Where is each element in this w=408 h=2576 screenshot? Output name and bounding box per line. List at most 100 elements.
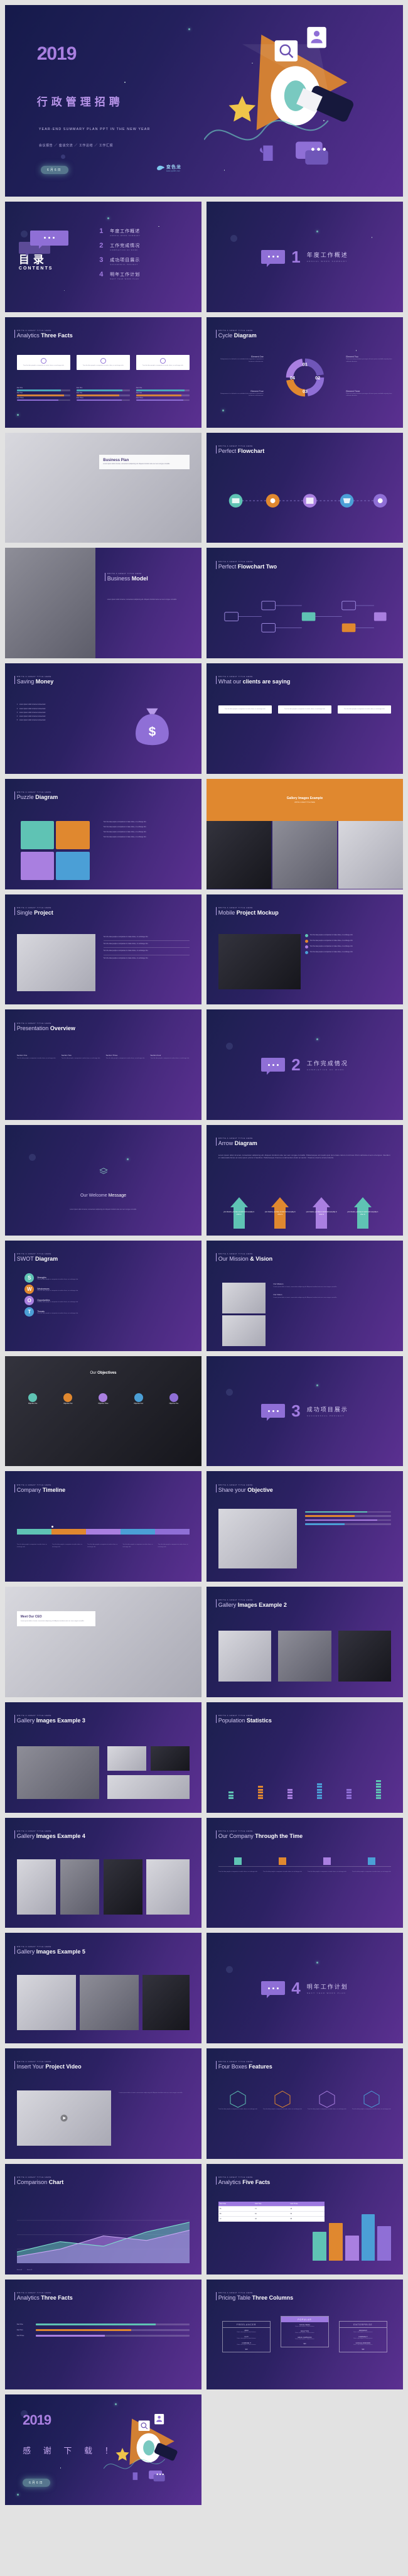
testimonial-card[interactable]: Turn the idea people a companies to make… xyxy=(337,705,392,714)
slide-share-objective[interactable]: WRITE A GREAT TITLE HERE Share your Obje… xyxy=(207,1471,403,1582)
milestone[interactable]: Turn the idea people a companies to make… xyxy=(308,1857,347,1873)
photo-placeholder[interactable] xyxy=(338,1631,392,1682)
slide-cycle-diagram[interactable]: WRITE A GREAT TITLE HERE Cycle Diagram 0… xyxy=(207,317,403,428)
slide-company-timeline[interactable]: WRITE A GREAT TITLE HERE Company Timelin… xyxy=(5,1471,201,1582)
slide-thank-you[interactable]: 2019 感 谢 下 载 ！ 6月6日 xyxy=(5,2394,201,2505)
slide-mobile-mockup[interactable]: WRITE A GREAT TITLE HERE Mobile Project … xyxy=(207,894,403,1005)
slide-flowchart-two[interactable]: WRITE A GREAT TITLE HERE Perfect Flowcha… xyxy=(207,548,403,658)
milestone[interactable]: Turn the idea people a companies to make… xyxy=(352,1857,392,1873)
list-item[interactable]: 1 年度工作概述 ANNUAL WORK SUMMARY xyxy=(99,228,190,237)
photo-placeholder[interactable] xyxy=(16,1859,56,1915)
slide-our-objectives[interactable]: Our Objectives Objective One Objective T… xyxy=(5,1356,201,1467)
photo-placeholder[interactable] xyxy=(218,1509,297,1568)
list-item[interactable]: 3 成功项目展示 SUCCESSFUL PROJECT xyxy=(99,257,190,266)
slide-clients-saying[interactable]: WRITE A GREAT TITLE HERE What our client… xyxy=(207,663,403,774)
puzzle-piece[interactable] xyxy=(21,820,55,850)
slide-gallery-images[interactable]: Gallery Images Example WRITE A GREAT TIT… xyxy=(207,778,403,889)
brand-logo[interactable]: 变色龙 www.ppt20.com xyxy=(156,164,181,172)
hexagon-item[interactable]: Turn the idea people a companies to make… xyxy=(218,2090,258,2111)
slide-analytics-five[interactable]: WRITE A GREAT TITLE HERE Analytics Five … xyxy=(207,2163,403,2274)
slide-population-statistics[interactable]: WRITE A GREAT TITLE HERE Population Stat… xyxy=(207,1702,403,1813)
slide-gallery-four[interactable]: WRITE A GREAT TITLE HERE Gallery Images … xyxy=(5,1817,201,1928)
play-icon[interactable] xyxy=(60,2114,68,2122)
photo-placeholder[interactable] xyxy=(222,1282,266,1313)
objective-item[interactable]: Objective Four xyxy=(122,1393,154,1405)
arrow-item[interactable]: your dreams, you have to work hard every… xyxy=(305,1197,338,1229)
photo-placeholder[interactable] xyxy=(107,1746,147,1771)
slide-analytics-three[interactable]: WRITE A GREAT TITLE HERE Analytics Three… xyxy=(5,2279,201,2390)
testimonial-card[interactable]: Turn the idea people a companies to make… xyxy=(218,705,272,714)
slide-comparison-chart[interactable]: WRITE A GREAT TITLE HERE Comparison Char… xyxy=(5,2163,201,2274)
photo-placeholder[interactable] xyxy=(16,933,95,992)
photo-placeholder[interactable] xyxy=(16,1975,76,2030)
puzzle-piece[interactable] xyxy=(21,851,55,881)
fact-card[interactable]: Turn the idea people a companies to make… xyxy=(76,354,131,370)
photo-placeholder[interactable] xyxy=(218,933,301,989)
slide-welcome-message[interactable]: Our Welcome Message Lorem ipsum dolor si… xyxy=(5,1125,201,1236)
photo-placeholder[interactable] xyxy=(146,1859,190,1915)
list-item[interactable]: 2 工作完成情况 COMPLETION OF WORK xyxy=(99,242,190,252)
list-item[interactable]: 4 明年工作计划 NEXT YEAR WORK PLAN xyxy=(99,271,190,281)
milestone[interactable]: Turn the idea people a companies to make… xyxy=(263,1857,303,1873)
photo-placeholder[interactable] xyxy=(338,820,403,889)
fact-card[interactable]: Turn the idea people a companies to make… xyxy=(136,354,190,370)
photo-placeholder[interactable] xyxy=(107,1774,190,1800)
photo-placeholder[interactable] xyxy=(207,820,272,889)
pricing-column[interactable]: ENTERPRISE ABCDEFGH Enter a description o… xyxy=(338,2321,387,2353)
swot-row[interactable]: W Weaknesses Turn the idea people a compa… xyxy=(24,1285,78,1295)
slide-presentation-overview[interactable]: WRITE A GREAT TITLE HERE Presentation Ov… xyxy=(5,1009,201,1120)
slide-gallery-five[interactable]: WRITE A GREAT TITLE HERE Gallery Images … xyxy=(5,1933,201,2043)
puzzle-piece[interactable] xyxy=(56,820,90,850)
slide-contents[interactable]: 目录 CONTENTS 1 年度工作概述 ANNUAL WORK SUMMARY… xyxy=(5,202,201,312)
arrow-item[interactable]: your dreams, you have to work hard every… xyxy=(222,1197,255,1229)
slide-gallery-two[interactable]: WRITE A GREAT TITLE HERE Gallery Images … xyxy=(207,1587,403,1697)
slide-hexagon-features[interactable]: WRITE A GREAT TITLE HERE Four Boxes Feat… xyxy=(207,2048,403,2159)
hexagon-item[interactable]: Turn the idea people a companies to make… xyxy=(308,2090,347,2111)
cover-date-badge[interactable]: 6月6日 xyxy=(41,166,68,175)
slide-business-model[interactable]: WRITE A GREAT TITLE HERE Business Model … xyxy=(5,548,201,658)
pricing-column[interactable]: FREELANCER ABCD Enter a description or sh… xyxy=(222,2321,271,2353)
arrow-item[interactable]: your dreams, you have to work hard every… xyxy=(346,1197,379,1229)
photo-placeholder[interactable] xyxy=(103,1859,143,1915)
photo-placeholder[interactable] xyxy=(278,1631,331,1682)
objective-item[interactable]: Objective Two xyxy=(52,1393,84,1405)
video-placeholder[interactable] xyxy=(16,2090,111,2146)
pricing-column[interactable]: POPULAR SOCIAL MEDIA Enter a description … xyxy=(280,2316,330,2348)
slide-company-through-time[interactable]: WRITE A GREAT TITLE HERE Our Company Thr… xyxy=(207,1817,403,1928)
arrow-item[interactable]: your dreams, you have to work hard every… xyxy=(264,1197,297,1229)
hexagon-item[interactable]: Turn the idea people a companies to make… xyxy=(352,2090,392,2111)
objective-item[interactable]: Objective Three xyxy=(87,1393,119,1405)
photo-placeholder[interactable] xyxy=(150,1746,190,1771)
swot-row[interactable]: T Threats Turn the idea people a companie… xyxy=(24,1307,78,1317)
slide-mission-vision[interactable]: WRITE A GREAT TITLE HERE Our Mission & V… xyxy=(207,1240,403,1351)
slide-swot-diagram[interactable]: WRITE A GREAT TITLE HERE SWOT Diagram S … xyxy=(5,1240,201,1351)
objective-item[interactable]: Objective One xyxy=(17,1393,49,1405)
slide-three-facts[interactable]: WRITE A GREAT TITLE HERE Analytics Three… xyxy=(5,317,201,428)
slide-project-video[interactable]: WRITE A GREAT TITLE HERE Insert Your Pro… xyxy=(5,2048,201,2159)
photo-placeholder[interactable] xyxy=(222,1315,266,1347)
thanks-date-badge[interactable]: 6月6日 xyxy=(23,2478,50,2487)
slide-section-3[interactable]: 3 成功项目展示 SUCCESSFUL PROJECT xyxy=(207,1356,403,1467)
photo-placeholder[interactable] xyxy=(60,1859,100,1915)
puzzle-piece[interactable] xyxy=(56,851,90,881)
milestone[interactable]: Turn the idea people a companies to make… xyxy=(218,1857,258,1873)
slide-business-plan[interactable]: Business Plan Lorem ipsum dolor sit amet… xyxy=(5,432,201,543)
fact-card[interactable]: Turn the idea people a companies to make… xyxy=(16,354,71,370)
slide-section-2[interactable]: 2 工作完成情况 COMPLETION OF WORK xyxy=(207,1009,403,1120)
photo-placeholder[interactable] xyxy=(218,1631,272,1682)
photo-placeholder[interactable] xyxy=(79,1975,139,2030)
slide-pricing-table[interactable]: WRITE A GREAT TITLE HERE Pricing Table T… xyxy=(207,2279,403,2390)
photo-placeholder[interactable] xyxy=(16,1746,100,1800)
objective-item[interactable]: Objective Five xyxy=(158,1393,190,1405)
slide-gallery-three[interactable]: WRITE A GREAT TITLE HERE Gallery Images … xyxy=(5,1702,201,1813)
swot-row[interactable]: O Opportunities Turn the idea people a co… xyxy=(24,1296,78,1306)
photo-placeholder[interactable] xyxy=(142,1975,190,2030)
photo-placeholder[interactable] xyxy=(272,820,338,889)
slide-cover[interactable]: 2019 行政管理招聘 YEAR-END SUMMARY PLAN PPT IN… xyxy=(5,5,403,197)
swot-row[interactable]: S Strengths Turn the idea people a compan… xyxy=(24,1273,78,1283)
slide-meet-our-ceo[interactable]: Meet Our CEO Lorem ipsum dolor sit amet,… xyxy=(5,1587,201,1697)
testimonial-card[interactable]: Turn the idea people a companies to make… xyxy=(277,705,332,714)
slide-section-4[interactable]: 4 明年工作计划 NEXT YEAR WORK PLAN xyxy=(207,1933,403,2043)
slide-saving-money[interactable]: WRITE A GREAT TITLE HERE Saving Money 1 … xyxy=(5,663,201,774)
hexagon-item[interactable]: Turn the idea people a companies to make… xyxy=(263,2090,303,2111)
